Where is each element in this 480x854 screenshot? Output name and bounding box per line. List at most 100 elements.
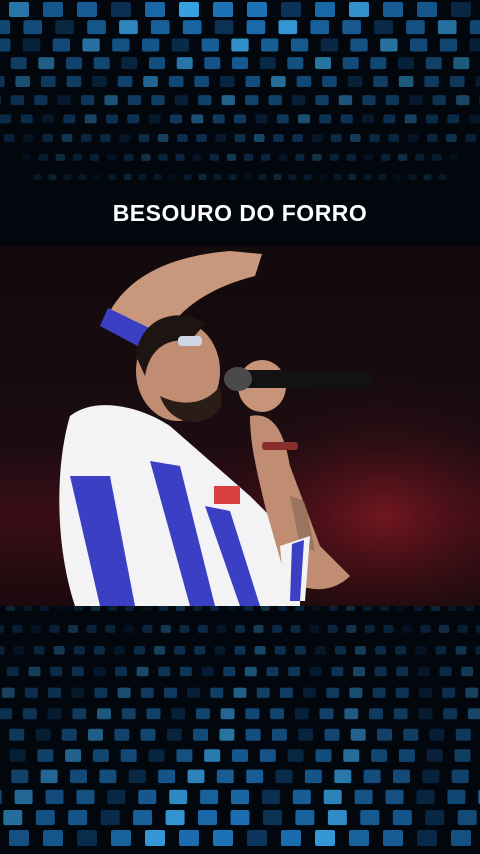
equalizer-tile [437,20,457,35]
performer-photo [0,246,480,606]
equalizer-tile [432,153,442,161]
equalizer-tile [47,708,62,720]
equalizer-tile [23,606,32,611]
equalizer-tile [245,95,259,106]
equalizer-tile [424,76,439,87]
equalizer-tile [369,708,383,720]
equalizer-tile [153,174,162,180]
equalizer-tile [89,153,100,161]
equalizer-tile [287,57,304,70]
equalizer-tile [212,114,225,124]
equalizer-tile [164,687,177,698]
equalizer-tile [194,76,209,87]
equalizer-tile [77,2,97,17]
equalizer-tile [125,606,134,611]
equalizer-tile [329,606,338,611]
equalizer-tile [246,20,266,35]
equalizer-tile [442,687,456,698]
equalizer-tile [112,38,130,52]
equalizer-tile [247,2,267,17]
equalizer-tile [350,728,366,741]
equalizer-tile [150,20,170,35]
equalizer-tile [6,606,15,611]
equalizer-tile [201,666,214,677]
equalizer-tile [21,153,31,161]
equalizer-tile [378,174,387,180]
equalizer-tile [292,789,311,805]
equalizer-tile [215,134,227,142]
equalizer-tile [410,38,428,52]
equalizer-tile [326,687,340,698]
equalizer-tile [403,728,419,741]
equalizer-tile [406,20,425,35]
equalizer-tile [104,95,118,106]
equalizer-tile [100,134,111,142]
equalizer-tile [383,2,403,17]
equalizer-tile [146,708,161,720]
equalizer-tile [154,646,166,655]
equalizer-tile [55,20,74,35]
equalizer-tile [220,708,235,720]
equalizer-tile [77,830,97,846]
equalizer-tile [0,646,5,655]
equalizer-tile [320,38,339,52]
equalizer-tile [179,666,192,677]
equalizer-tile [142,606,151,611]
equalizer-tile [158,769,176,784]
equalizer-tile [105,625,116,633]
equalizer-tile [23,20,43,35]
equalizer-tile [111,830,131,846]
equalizer-tile [447,789,466,805]
equalizer-tile [61,134,73,142]
equalizer-tile [0,38,11,52]
equalizer-tile [468,114,480,124]
equalizer-tile [362,95,376,106]
equalizer-tile [174,646,186,655]
equalizer-tile [346,625,357,633]
equalizer-tile [49,625,60,633]
equalizer-tile [287,749,304,762]
equalizer-tile [121,57,138,70]
equalizer-tile [311,134,323,142]
equalizer-tile [449,76,465,87]
equalizer-tile [318,174,327,180]
equalizer-tile [92,749,109,762]
equalizer-tile [401,625,412,633]
equalizer-tile [451,769,469,784]
equalizer-tile [88,728,103,741]
equalizer-tile [160,625,171,633]
equalizer-tile [87,20,106,35]
equalizer-tile [418,708,433,720]
equalizer-tile [291,95,306,106]
equalizer-tile [228,174,237,180]
equalizer-tile [9,728,25,741]
equalizer-tile [295,606,304,611]
equalizer-tile [0,789,2,805]
equalizer-tile [457,625,468,633]
equalizer-tile [221,95,235,106]
equalizer-tile [231,38,249,52]
equalizer-tile [171,708,186,720]
equalizer-tile [408,174,417,180]
equalizer-tile [385,95,400,106]
equalizer-tile [183,174,192,180]
equalizer-tile [9,2,29,17]
equalizer-tile [0,625,4,633]
equalizer-tile [15,76,31,87]
equalizer-tile [335,646,346,655]
equalizer-tile [247,830,267,846]
equalizer-tile [253,134,265,142]
equalizer-tile [168,76,184,87]
equalizer-tile [261,38,279,52]
equalizer-tile [449,153,459,161]
equalizer-tile [425,810,445,826]
equalizer-tile [42,134,54,142]
equalizer-tile [204,749,221,762]
equalizer-tile [198,95,212,106]
equalizer-tile [278,606,287,611]
equalizer-tile [272,625,283,633]
equalizer-tile [296,76,312,87]
equalizer-tile [353,666,365,677]
equalizer-tile [194,646,206,655]
equalizer-tile [14,789,33,805]
